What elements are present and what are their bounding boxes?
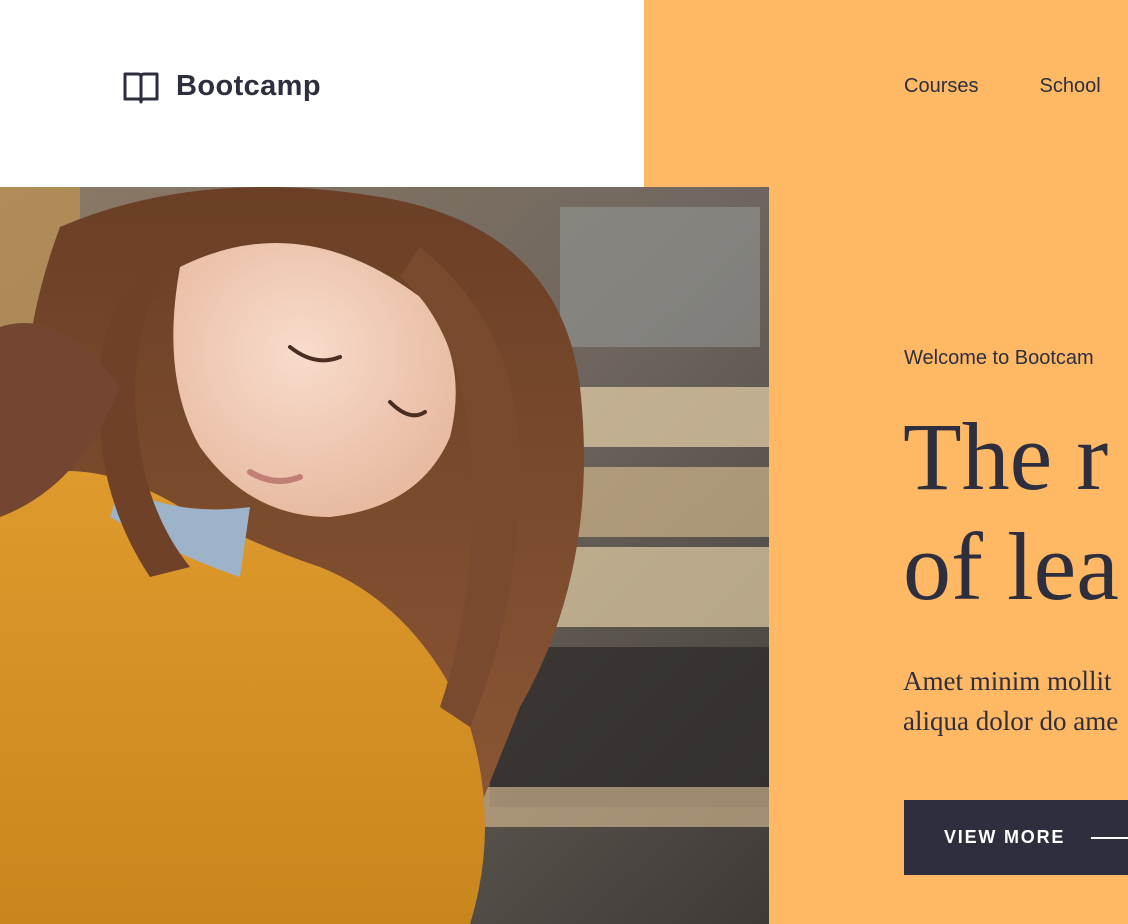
hero-description: Amet minim mollit aliqua dolor do ame: [903, 661, 1118, 741]
brand-logo[interactable]: Bootcamp: [122, 66, 321, 106]
nav-item-courses[interactable]: Courses: [904, 75, 978, 98]
main-nav: Courses School: [904, 75, 1101, 98]
header-white-panel: [0, 0, 644, 187]
arrow-line-icon: [1091, 836, 1128, 839]
view-more-label: VIEW MORE: [944, 827, 1066, 847]
view-more-button[interactable]: VIEW MORE: [904, 800, 1128, 875]
hero-photo: [0, 187, 769, 924]
hero-eyebrow: Welcome to Bootcam: [904, 347, 1094, 369]
open-book-icon: [122, 68, 160, 104]
hero-description-line-1: Amet minim mollit: [903, 666, 1112, 696]
hero-headline-line-1: The r: [903, 403, 1109, 510]
nav-item-school[interactable]: School: [1039, 75, 1100, 98]
hero-headline: The r of lea: [903, 402, 1119, 622]
hero-headline-line-2: of lea: [903, 513, 1119, 620]
hero-description-line-2: aliqua dolor do ame: [903, 706, 1119, 736]
brand-name: Bootcamp: [176, 69, 321, 102]
